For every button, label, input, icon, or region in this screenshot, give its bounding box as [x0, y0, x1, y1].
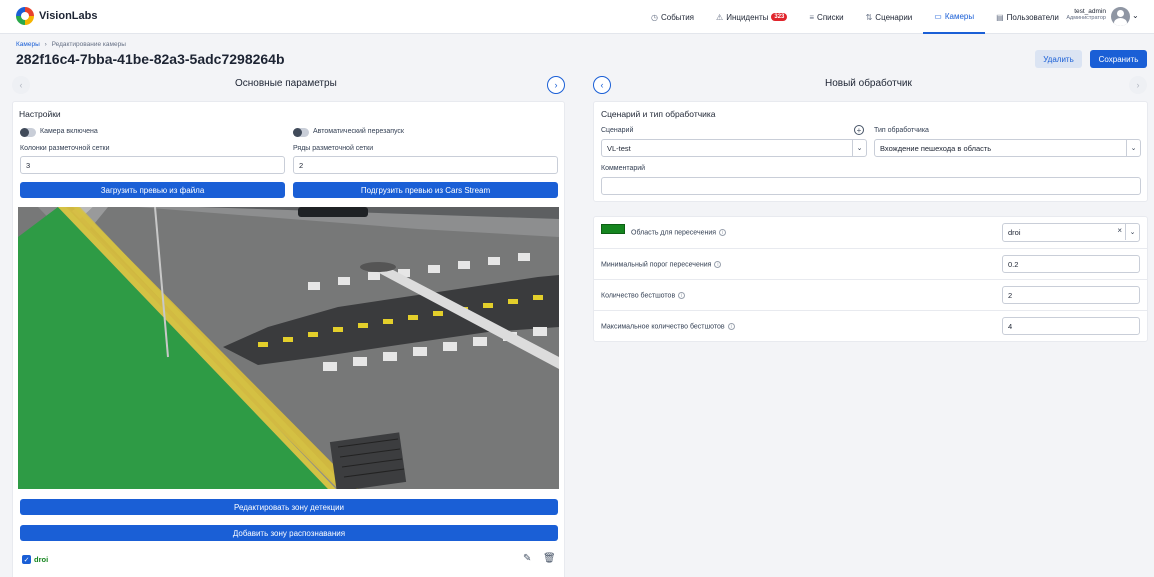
nav-item-label: Сценарии: [875, 12, 913, 22]
clock-icon: ◷: [651, 12, 658, 22]
info-icon[interactable]: i: [719, 229, 727, 236]
info-icon[interactable]: i: [714, 261, 722, 268]
grid-cols-label: Колонки разметочной сетки: [20, 145, 110, 152]
chevron-down-icon: ⌄: [852, 140, 866, 156]
settings-title: Настройки: [19, 109, 61, 119]
roi-name: droi: [34, 555, 49, 564]
camera-enabled-toggle[interactable]: [20, 128, 36, 137]
min-threshold-input[interactable]: 0.2: [1002, 255, 1140, 273]
grid-rows-input[interactable]: 2: [293, 156, 558, 174]
left-next-button[interactable]: ›: [547, 76, 565, 94]
info-icon[interactable]: i: [727, 323, 735, 330]
bestshots-input[interactable]: 2: [1002, 286, 1140, 304]
breadcrumb: Камеры › Редактирование камеры: [16, 41, 126, 48]
area-label: Область для пересечения i: [631, 229, 727, 237]
area-label-text: Область для пересечения: [631, 229, 717, 237]
nav-item-label: Инциденты: [726, 12, 769, 22]
max-bestshots-label-text: Максимальное количество бестшотов: [601, 323, 725, 331]
max-bestshots-input[interactable]: 4: [1002, 317, 1140, 335]
handler-type-select[interactable]: Вхождение пешехода в область ⌄: [874, 139, 1141, 157]
left-section-title: Основные параметры: [235, 78, 337, 89]
camera-preview-image: [18, 207, 559, 489]
chevron-down-icon: ⌄: [1126, 140, 1140, 156]
add-scenario-icon[interactable]: +: [854, 125, 864, 135]
comment-label: Комментарий: [601, 165, 646, 172]
user-info[interactable]: test_admin Администратор: [1064, 8, 1106, 21]
chevron-down-icon[interactable]: ⌄: [1132, 11, 1139, 20]
nav-item-incidents[interactable]: ⚠ Инциденты 323: [705, 0, 798, 34]
nav-item-cameras[interactable]: ▭ Камеры: [923, 0, 986, 34]
auto-restart-toggle[interactable]: [293, 128, 309, 137]
nav-item-users[interactable]: ▤ Пользователи: [985, 0, 1070, 34]
delete-button[interactable]: Удалить: [1035, 50, 1082, 68]
divider: [594, 310, 1147, 311]
handler-type-value: Вхождение пешехода в область: [880, 143, 992, 153]
main-nav: ◷ События ⚠ Инциденты 323 ≡ Списки ⇅ Сце…: [640, 0, 1070, 34]
add-recognition-zone-button[interactable]: Добавить зону распознавания: [20, 525, 558, 541]
nav-item-lists[interactable]: ≡ Списки: [798, 0, 854, 34]
breadcrumb-link-cameras[interactable]: Камеры: [16, 41, 40, 48]
chevron-down-icon: ⌄: [1125, 224, 1139, 240]
breadcrumb-current: Редактирование камеры: [51, 41, 126, 48]
right-next-button[interactable]: ›: [1129, 76, 1147, 94]
page-title: 282f16c4-7bba-41be-82a3-5adc7298264b: [16, 51, 285, 67]
bestshots-label-text: Количество бестшотов: [601, 292, 676, 300]
info-icon[interactable]: i: [678, 292, 686, 299]
right-prev-button[interactable]: ‹: [593, 76, 611, 94]
max-bestshots-label: Максимальное количество бестшотов i: [601, 323, 735, 330]
scenario-label: Сценарий: [601, 127, 634, 134]
area-color-swatch: [601, 224, 625, 234]
right-section-title: Новый обработчик: [825, 78, 912, 89]
nav-item-label: События: [660, 12, 695, 22]
avatar[interactable]: [1111, 7, 1130, 26]
left-prev-button[interactable]: ‹: [12, 76, 30, 94]
params-card: Область для пересечения i droi × ⌄ Минима…: [593, 216, 1148, 342]
brand-logo[interactable]: VisionLabs: [16, 7, 97, 25]
handler-card: Сценарий и тип обработчика Сценарий + VL…: [593, 101, 1148, 202]
clear-icon[interactable]: ×: [1117, 226, 1122, 235]
handler-title: Сценарий и тип обработчика: [601, 109, 716, 119]
users-icon: ▤: [996, 12, 1004, 22]
edit-detection-zone-button[interactable]: Редактировать зону детекции: [20, 499, 558, 515]
incidents-count-badge: 323: [771, 13, 788, 21]
warning-icon: ⚠: [716, 12, 724, 22]
divider: [594, 248, 1147, 249]
trash-icon[interactable]: 🗑: [543, 553, 556, 564]
area-select[interactable]: droi × ⌄: [1002, 223, 1140, 242]
auto-restart-label: Автоматический перезапуск: [313, 128, 404, 135]
nav-item-events[interactable]: ◷ События: [640, 0, 705, 34]
top-header: VisionLabs ◷ События ⚠ Инциденты 323 ≡ С…: [0, 0, 1154, 34]
min-threshold-label: Минимальный порог пересечения i: [601, 261, 722, 269]
nav-item-label: Списки: [817, 12, 844, 22]
scenario-icon: ⇅: [865, 12, 873, 22]
min-threshold-label-text: Минимальный порог пересечения: [601, 261, 712, 269]
brand-name: VisionLabs: [39, 10, 98, 22]
handler-type-label: Тип обработчика: [874, 127, 929, 134]
roi-checkbox[interactable]: ✓: [22, 555, 31, 564]
list-icon: ≡: [809, 12, 815, 22]
grid-rows-label: Ряды разметочной сетки: [293, 145, 374, 152]
user-name: test_admin: [1074, 8, 1106, 15]
camera-icon: ▭: [934, 11, 942, 21]
save-button[interactable]: Сохранить: [1090, 50, 1147, 68]
upload-preview-stream-button[interactable]: Подгрузить превью из Cars Stream: [293, 182, 558, 198]
nav-item-label: Пользователи: [1006, 12, 1059, 22]
upload-preview-file-button[interactable]: Загрузить превью из файла: [20, 182, 285, 198]
area-value: droi: [1008, 228, 1021, 237]
edit-pencil-icon[interactable]: ✎: [523, 553, 531, 564]
comment-input[interactable]: [601, 177, 1141, 195]
nav-item-label: Камеры: [944, 11, 975, 21]
nav-item-scenarios[interactable]: ⇅ Сценарии: [855, 0, 924, 34]
grid-cols-input[interactable]: 3: [20, 156, 285, 174]
camera-enabled-label: Камера включена: [40, 128, 98, 135]
visionlabs-logo-icon: [16, 7, 34, 25]
divider: [594, 279, 1147, 280]
user-role: Администратор: [1066, 15, 1106, 21]
scenario-select[interactable]: VL-test ⌄: [601, 139, 867, 157]
breadcrumb-separator: ›: [44, 41, 47, 48]
bestshots-label: Количество бестшотов i: [601, 292, 686, 300]
scenario-value: VL-test: [607, 143, 631, 153]
camera-preview-drawing: [18, 207, 559, 489]
